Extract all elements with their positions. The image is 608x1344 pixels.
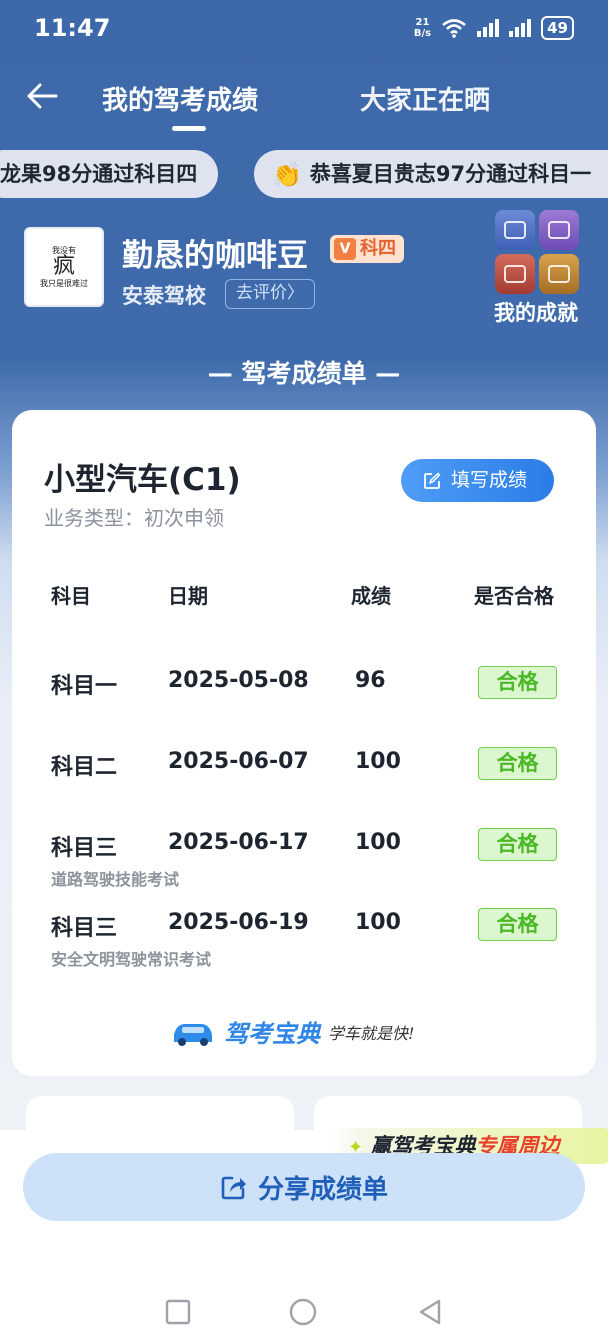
vip-icon: V <box>334 238 356 260</box>
row-date: 2025-05-08 <box>168 668 309 693</box>
marquee-item: 龙果98分通过科目四 <box>0 150 218 198</box>
score-row: 科目三 2025-06-17 100 合格 道路驾驶技能考试 <box>12 828 596 890</box>
row-score: 100 <box>355 910 401 935</box>
row-date: 2025-06-07 <box>168 749 309 774</box>
pass-tag: 合格 <box>478 908 557 941</box>
avatar-image: 我没有 疯 我只是很难过 <box>40 245 88 289</box>
achievement-medal-icon <box>539 210 579 250</box>
clap-icon: 👏 <box>272 161 302 189</box>
avatar-text-big: 疯 <box>52 254 75 279</box>
network-speed-value: 21 <box>415 17 430 28</box>
driving-school: 安泰驾校 <box>122 284 206 308</box>
fill-score-label: 填写成绩 <box>451 469 528 491</box>
badge-label: 科四 <box>360 238 396 259</box>
achievements-label[interactable]: 我的成就 <box>494 297 578 327</box>
status-time: 11:47 <box>34 14 111 42</box>
achievement-medal-icon <box>495 210 535 250</box>
row-date: 2025-06-19 <box>168 910 309 935</box>
back-nav-icon[interactable] <box>416 1298 444 1326</box>
row-subject: 科目二 <box>51 755 118 780</box>
avatar[interactable]: 我没有 疯 我只是很难过 <box>24 227 104 307</box>
achievement-medal-icon <box>495 254 535 294</box>
achievements-grid[interactable] <box>495 210 579 294</box>
achievement-medal-icon <box>539 254 579 294</box>
row-subject: 科目三 <box>51 836 118 861</box>
pass-tag: 合格 <box>478 828 557 861</box>
header-date: 日期 <box>168 584 208 608</box>
signal-icon <box>477 19 500 37</box>
share-button[interactable]: 分享成绩单 <box>23 1153 585 1221</box>
username: 勤恳的咖啡豆 <box>122 238 308 274</box>
home-icon[interactable] <box>289 1298 317 1326</box>
car-logo-icon <box>174 1023 212 1046</box>
row-score: 100 <box>355 749 401 774</box>
row-score: 96 <box>355 668 386 693</box>
status-icons: 21 B/s 49 <box>414 16 574 40</box>
score-row: 科目二 2025-06-07 100 合格 <box>12 747 596 809</box>
score-row: 科目一 2025-05-08 96 合格 <box>12 666 596 728</box>
share-icon <box>221 1176 246 1200</box>
marquee-text: 恭喜夏目贵志97分通过科目一 <box>309 162 592 186</box>
level-badge: V 科四 <box>330 235 404 263</box>
recent-apps-icon[interactable] <box>164 1298 192 1326</box>
row-subject: 科目三 <box>51 916 118 941</box>
header-subject: 科目 <box>51 584 91 608</box>
row-score: 100 <box>355 830 401 855</box>
status-bar: 11:47 21 B/s 49 <box>0 0 608 62</box>
avatar-text-line2: 我只是很难过 <box>40 279 88 288</box>
business-type: 业务类型：初次申领 <box>44 506 224 530</box>
network-speed-unit: B/s <box>413 28 432 39</box>
signal-icon-2 <box>509 19 532 37</box>
edit-icon <box>424 472 441 489</box>
brand-slogan: 学车就是快! <box>328 1023 415 1043</box>
marquee-item: 👏 恭喜夏目贵志97分通过科目一 <box>254 150 608 198</box>
wifi-icon <box>442 19 466 38</box>
brand-name: 驾考宝典 <box>224 1020 320 1048</box>
arrow-left-icon <box>27 83 58 109</box>
row-date: 2025-06-17 <box>168 830 309 855</box>
section-title: — 驾考成绩单 — <box>207 359 401 388</box>
fill-score-button[interactable]: 填写成绩 <box>401 459 554 502</box>
network-speed: 21 B/s <box>414 17 431 39</box>
pass-tag: 合格 <box>478 666 557 699</box>
marquee-text: 龙果98分通过科目四 <box>0 162 198 186</box>
tab-everyone-sharing[interactable]: 大家正在晒 <box>360 80 490 117</box>
header-score: 成绩 <box>351 584 391 608</box>
row-subtitle: 道路驾驶技能考试 <box>51 870 180 889</box>
brand-logo: 驾考宝典 学车就是快! <box>170 1014 414 1049</box>
back-button[interactable] <box>22 76 62 116</box>
header-pass: 是否合格 <box>474 584 554 608</box>
pass-tag: 合格 <box>478 747 557 780</box>
tab-my-scores[interactable]: 我的驾考成绩 <box>102 80 258 117</box>
vehicle-type: 小型汽车(C1) <box>44 462 241 498</box>
tab-active-indicator <box>172 126 206 131</box>
top-nav: 我的驾考成绩 大家正在晒 <box>0 66 608 136</box>
row-subject: 科目一 <box>51 674 118 699</box>
system-nav-bar <box>0 1280 608 1344</box>
review-button[interactable]: 去评价〉 <box>225 279 315 309</box>
share-label: 分享成绩单 <box>257 1174 388 1205</box>
battery-icon: 49 <box>541 16 574 40</box>
score-card: 小型汽车(C1) 业务类型：初次申领 填写成绩 科目 日期 成绩 是否合格 科目… <box>12 410 596 1076</box>
score-row: 科目三 2025-06-19 100 合格 安全文明驾驶常识考试 <box>12 908 596 970</box>
row-subtitle: 安全文明驾驶常识考试 <box>51 950 212 969</box>
